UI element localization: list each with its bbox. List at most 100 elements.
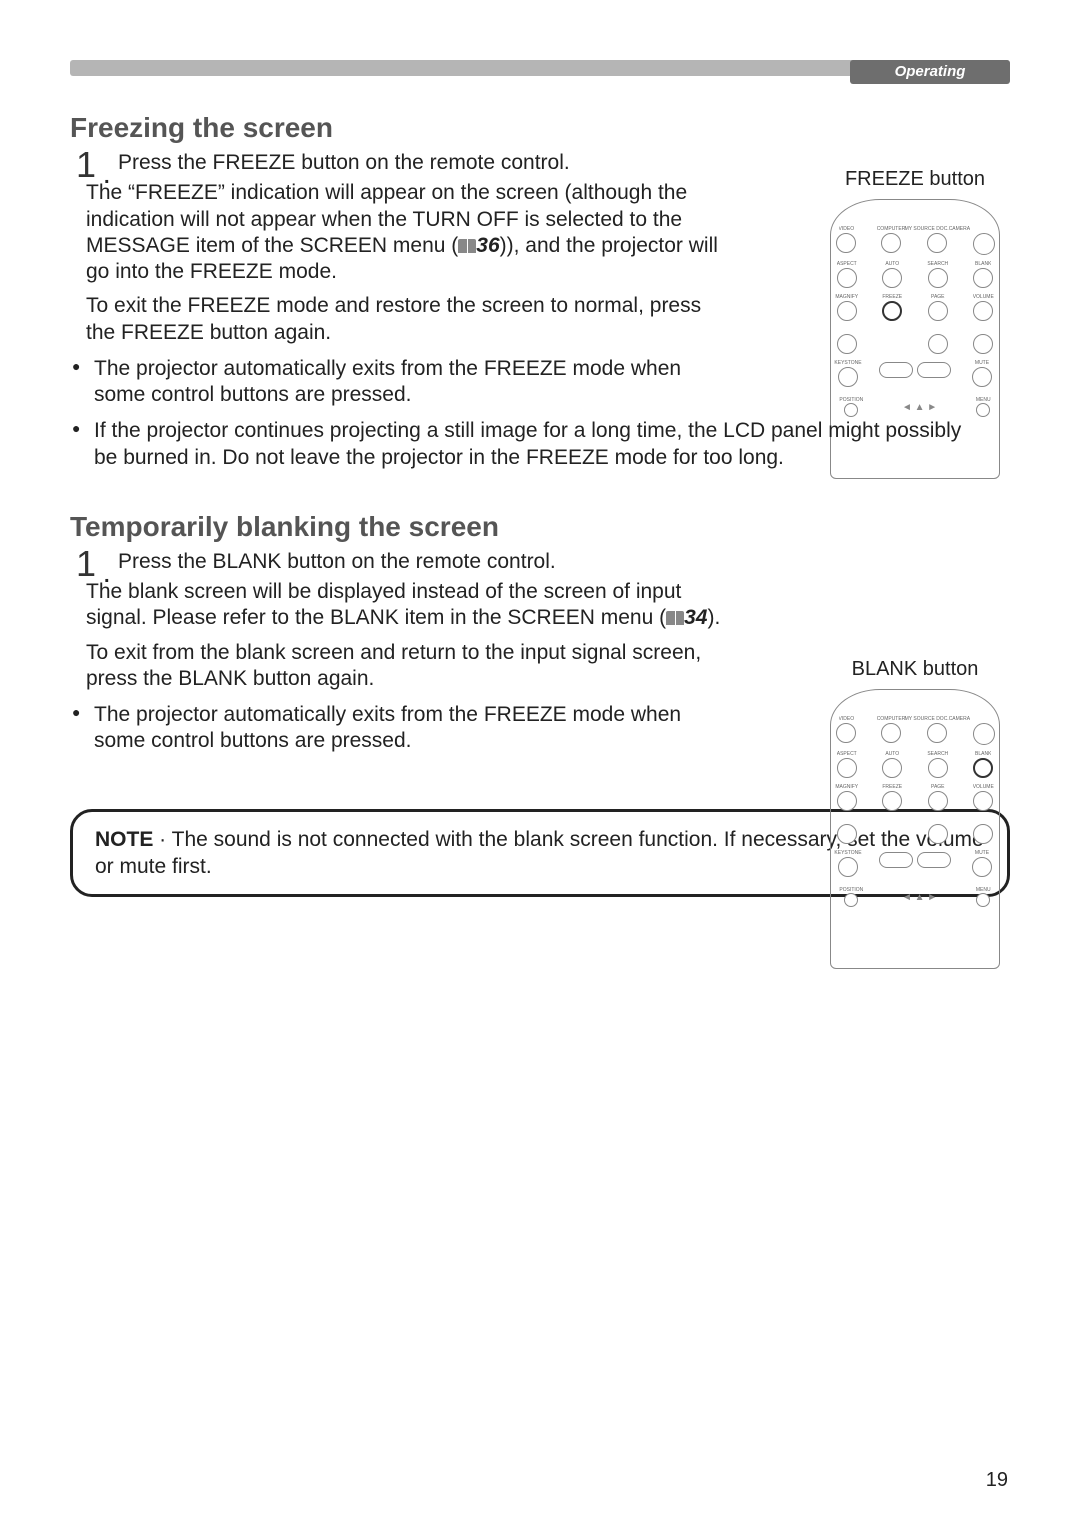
remote-btn (976, 403, 990, 417)
bullet-text: The projector automatically exits from t… (94, 702, 730, 755)
remote-btn (837, 824, 857, 844)
page-ref: 36 (476, 234, 499, 257)
remote-btn (837, 791, 857, 811)
note-tag: NOTE (95, 828, 153, 851)
remote-btn (928, 301, 948, 321)
blank-step-line1: Press the BLANK button on the remote con… (118, 549, 730, 575)
header-bar: Operating (70, 60, 1010, 84)
header-section-label: Operating (850, 60, 1010, 84)
blank-bullet-1: The projector automatically exits from t… (70, 702, 730, 755)
remote-btn (928, 791, 948, 811)
btn-label-auto: AUTO (885, 751, 899, 757)
step-number: 1 (76, 144, 96, 186)
step-blank: 1 . Press the BLANK button on the remote… (70, 549, 730, 575)
btn-label-keystone: KEYSTONE (834, 850, 861, 856)
btn-label-aspect: ASPECT (837, 751, 857, 757)
btn-label-keystone: KEYSTONE (834, 360, 861, 366)
remote-pill-btn (879, 362, 913, 378)
remote-btn (927, 723, 947, 743)
remote-btn (973, 791, 993, 811)
remote-pill-btn (917, 852, 951, 868)
remote-btn (973, 723, 995, 745)
remote-btn (882, 791, 902, 811)
btn-label-volume: VOLUME (973, 784, 994, 790)
remote-btn-blank-highlight (973, 758, 993, 778)
remote-btn (973, 233, 995, 255)
remote-btn (837, 758, 857, 778)
remote-btn (838, 857, 858, 877)
btn-label-page: PAGE (931, 784, 945, 790)
remote-btn (972, 367, 992, 387)
btn-label-volume: VOLUME (973, 294, 994, 300)
btn-label-computer: COMPUTER (877, 716, 906, 722)
btn-label-page: PAGE (931, 294, 945, 300)
btn-label-search: SEARCH (927, 751, 948, 757)
remote-btn (928, 268, 948, 288)
remote-btn (881, 723, 901, 743)
remote-btn-freeze-highlight (882, 301, 902, 321)
heading-blank: Temporarily blanking the screen (70, 511, 1010, 543)
remote-btn (973, 301, 993, 321)
step-freeze: 1 . Press the FREEZE button on the remot… (70, 150, 730, 176)
btn-label-video: VIDEO (839, 716, 855, 722)
blank-step-line3: To exit from the blank screen and return… (86, 640, 730, 693)
remote-label-freeze: FREEZE button (820, 168, 1010, 191)
btn-label-freeze: FREEZE (882, 784, 902, 790)
heading-freeze: Freezing the screen (70, 112, 1010, 144)
page-ref: 34 (684, 606, 707, 629)
btn-label-mysource: MY SOURCE DOC.CAMERA (905, 226, 970, 232)
remote-btn (972, 857, 992, 877)
book-icon (458, 239, 476, 253)
page-content: FREEZE button VIDEO COMPUTER MY SOURCE D… (70, 112, 1010, 897)
remote-illustration: VIDEO COMPUTER MY SOURCE DOC.CAMERA ASPE… (830, 689, 1000, 969)
btn-label-mute: MUTE (975, 850, 989, 856)
remote-pill-btn (879, 852, 913, 868)
remote-btn (882, 268, 902, 288)
remote-btn (837, 334, 857, 354)
remote-pill-btn (917, 362, 951, 378)
btn-label-computer: COMPUTER (877, 226, 906, 232)
remote-btn (838, 367, 858, 387)
remote-btn (928, 758, 948, 778)
step-dot: . (104, 166, 110, 189)
btn-label-video: VIDEO (839, 226, 855, 232)
remote-btn (844, 893, 858, 907)
remote-btn (973, 334, 993, 354)
remote-btn (973, 268, 993, 288)
remote-btn (928, 334, 948, 354)
remote-btn (836, 233, 856, 253)
blank-step-line2: The blank screen will be displayed inste… (86, 579, 730, 632)
remote-btn (844, 403, 858, 417)
btn-label-auto: AUTO (885, 261, 899, 267)
btn-label-magnify: MAGNIFY (835, 294, 858, 300)
freeze-bullet-2: If the projector continues projecting a … (70, 418, 990, 471)
remote-btn (837, 301, 857, 321)
btn-label-magnify: MAGNIFY (835, 784, 858, 790)
btn-label-aspect: ASPECT (837, 261, 857, 267)
remote-btn (976, 893, 990, 907)
remote-label-blank: BLANK button (820, 658, 1010, 681)
page-number: 19 (986, 1469, 1008, 1492)
btn-label-mysource: MY SOURCE DOC.CAMERA (905, 716, 970, 722)
remote-btn (973, 824, 993, 844)
remote-figure-blank: BLANK button VIDEO COMPUTER MY SOURCE DO… (820, 658, 1010, 969)
remote-btn (928, 824, 948, 844)
remote-btn (881, 233, 901, 253)
btn-label-blank: BLANK (975, 751, 991, 757)
btn-label-search: SEARCH (927, 261, 948, 267)
step-number: 1 (76, 543, 96, 585)
bullet-text: The projector automatically exits from t… (94, 356, 730, 409)
freeze-step-line3: To exit the FREEZE mode and restore the … (86, 293, 730, 346)
bullet-text: If the projector continues projecting a … (94, 418, 990, 471)
freeze-step-line2: The “FREEZE” indication will appear on t… (86, 180, 730, 285)
remote-btn (927, 233, 947, 253)
book-icon (666, 611, 684, 625)
btn-label-blank: BLANK (975, 261, 991, 267)
step-dot: . (104, 565, 110, 588)
remote-btn (836, 723, 856, 743)
freeze-step-line1: Press the FREEZE button on the remote co… (118, 150, 730, 176)
remote-btn (882, 758, 902, 778)
btn-label-freeze: FREEZE (882, 294, 902, 300)
remote-btn (837, 268, 857, 288)
freeze-bullet-1: The projector automatically exits from t… (70, 356, 730, 409)
